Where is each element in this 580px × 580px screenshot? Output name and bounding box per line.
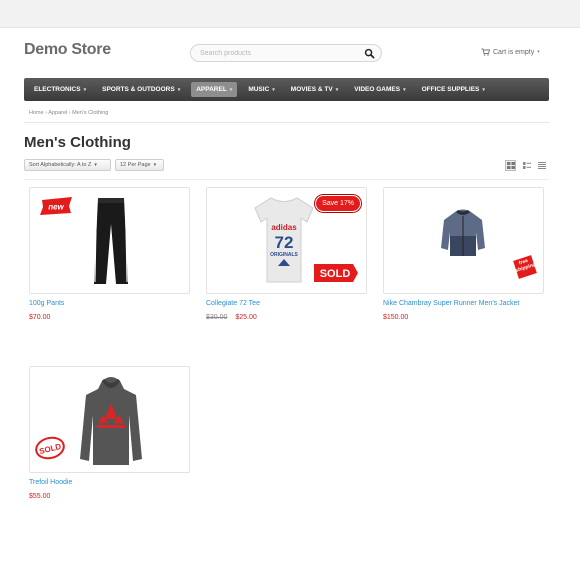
nav-item-video-games[interactable]: VIDEO GAMES ▾ [349,82,410,97]
chevron-down-icon: ▾ [272,86,275,93]
nav-item-label: ELECTRONICS [34,86,81,93]
tee-number-text: 72 [275,233,294,252]
new-badge-text: new [48,203,64,212]
table-view-icon [537,162,546,169]
breadcrumb-separator: › [68,110,71,116]
nav-item-music[interactable]: MUSIC ▾ [243,82,279,97]
product-price: $30.00 $25.00 [206,314,367,321]
current-price: $55.00 [29,493,51,500]
nav-item-label: SPORTS & OUTDOORS [102,86,175,93]
product-card: SOLD Trefoil Hoodie $55.00 [29,366,190,500]
current-price: $70.00 [29,314,51,321]
sold-stamp-text: SOLD [320,268,351,280]
nav-item-electronics[interactable]: ELECTRONICS ▾ [29,82,91,97]
table-view-button[interactable] [536,160,547,171]
search-icon[interactable] [364,48,375,59]
chevron-down-icon: ▾ [153,162,157,168]
chevron-down-icon: ▾ [403,86,406,93]
product-image-link[interactable]: SOLD [29,366,190,473]
breadcrumb-current: Men's Clothing [72,110,109,116]
new-badge: new [40,197,72,215]
cart-icon [481,48,490,56]
product-card: new 100g Pants $70.00 [29,187,190,321]
nav-item-label: APPAREL [196,86,227,93]
free-shipping-stamp: free shipping [513,255,537,279]
cart-dropdown[interactable]: Cart is empty ▾ [481,48,540,56]
per-page-select-value: 12 Per Page [120,162,151,168]
chevron-down-icon: ▾ [83,86,87,93]
product-name-link[interactable]: Trefoil Hoodie [29,479,190,486]
tee-image: adidas 72 ORIGINALS [254,197,314,283]
listing-toolbar: Sort Alphabetically: A to Z ▾ 12 Per Pag… [24,159,549,175]
product-price: $55.00 [29,493,190,500]
nav-item-label: OFFICE SUPPLIES [421,86,480,93]
search-input[interactable] [200,47,360,60]
per-page-select[interactable]: 12 Per Page ▾ [115,159,164,171]
tee-sub-text: ORIGINALS [270,252,298,258]
chevron-down-icon: ▾ [229,86,233,93]
divider [24,179,549,180]
hoodie-image [80,377,142,465]
tee-brand-text: adidas [271,223,297,232]
cart-label: Cart is empty [493,48,535,56]
current-price: $25.00 [235,314,257,321]
divider [24,122,549,123]
main-nav: ELECTRONICS ▾ SPORTS & OUTDOORS ▾ APPAREL ▾… [24,78,549,101]
sale-badge: Save 17% [315,195,361,212]
current-price: $150.00 [383,314,409,321]
grid-view-button[interactable] [505,160,516,171]
breadcrumb-apparel[interactable]: Apparel [48,110,67,116]
grid-view-icon [506,162,515,169]
chevron-down-icon: ▾ [177,86,181,93]
nav-item-label: MOVIES & TV [290,86,333,93]
list-view-button[interactable] [521,160,532,171]
page-title: Men's Clothing [24,134,131,151]
chevron-down-icon: ▾ [94,162,97,168]
pants-image [94,198,128,284]
sort-select-value: Sort Alphabetically: A to Z [29,162,92,168]
sort-select[interactable]: Sort Alphabetically: A to Z ▾ [24,159,111,171]
store-logo[interactable]: Demo Store [24,41,111,59]
product-card: free shipping Nike Chambray Super Runner… [383,187,544,321]
nav-item-label: MUSIC [248,86,270,93]
nav-item-label: VIDEO GAMES [354,86,401,93]
product-name-link[interactable]: 100g Pants [29,300,190,307]
breadcrumb: Home › Apparel › Men's Clothing [29,110,108,116]
nav-item-office-supplies[interactable]: OFFICE SUPPLIES ▾ [417,82,490,97]
search-box [190,44,382,62]
product-image-link[interactable]: adidas 72 ORIGINALS Save 17% SOLD [206,187,367,294]
product-image-link[interactable]: free shipping [383,187,544,294]
jacket-image [441,209,485,256]
nav-item-sports-outdoors[interactable]: SPORTS & OUTDOORS ▾ [97,82,185,97]
top-bar [0,0,580,28]
chevron-down-icon: ▾ [537,49,540,55]
chevron-down-icon: ▾ [335,86,339,93]
nav-item-movies-tv[interactable]: MOVIES & TV ▾ [286,82,343,97]
breadcrumb-separator: › [45,110,48,116]
product-price: $150.00 [383,314,544,321]
list-view-icon [522,162,531,169]
product-name-link[interactable]: Collegiate 72 Tee [206,300,367,307]
product-name-link[interactable]: Nike Chambray Super Runner Men's Jacket [383,300,544,307]
breadcrumb-home[interactable]: Home [29,110,44,116]
product-image-link[interactable]: new [29,187,190,294]
sold-stamp: SOLD [35,436,65,460]
original-price: $30.00 [206,314,228,321]
nav-item-apparel[interactable]: APPAREL ▾ [191,82,238,97]
sold-stamp: SOLD [314,264,358,282]
product-card: adidas 72 ORIGINALS Save 17% SOLD Colleg… [206,187,367,321]
product-price: $70.00 [29,314,190,321]
chevron-down-icon: ▾ [482,86,485,93]
